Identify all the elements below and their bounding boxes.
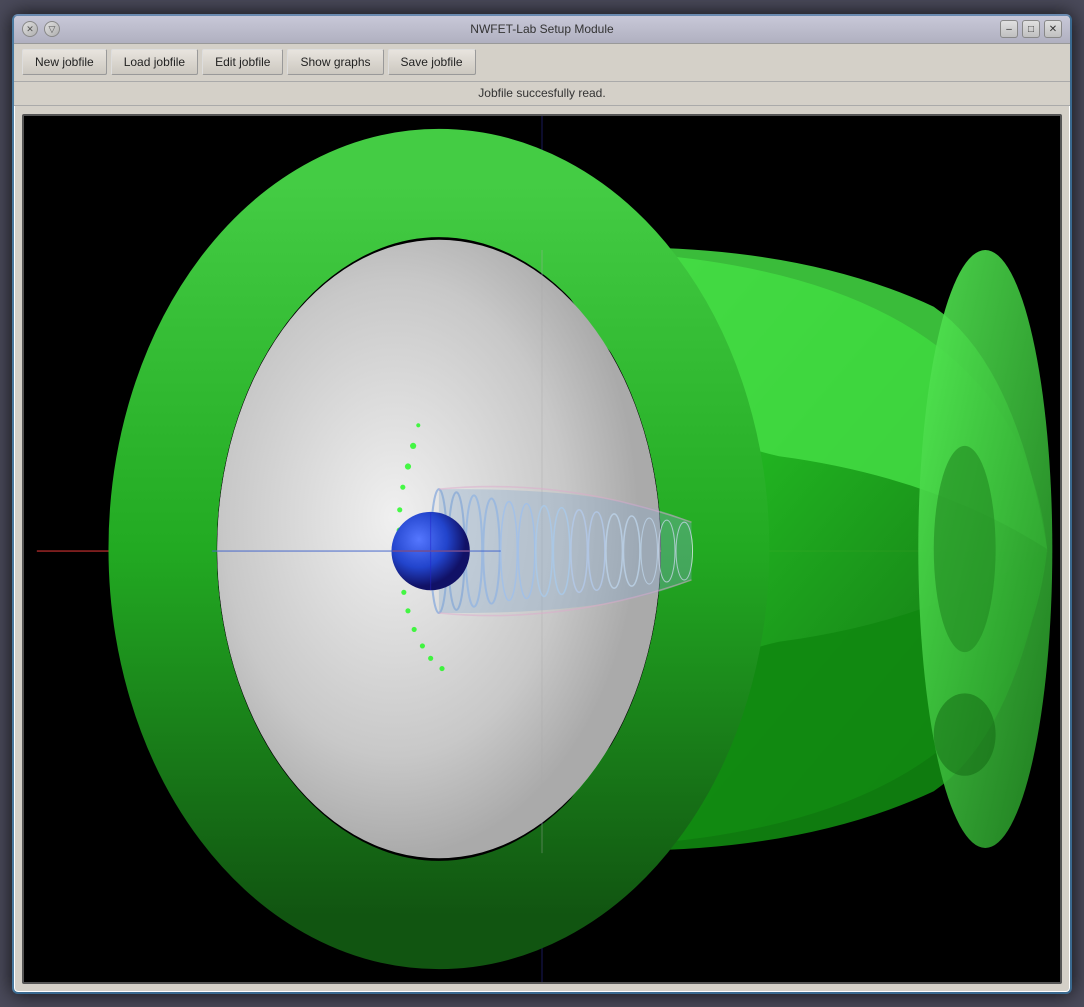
toolbar: New jobfile Load jobfile Edit jobfile Sh… (14, 44, 1070, 82)
title-bar-right-controls: – □ ✕ (1000, 20, 1062, 38)
title-bar: ✕ ▽ NWFET-Lab Setup Module – □ ✕ (14, 16, 1070, 44)
title-bar-left-controls: ✕ ▽ (22, 21, 60, 37)
main-window: ✕ ▽ NWFET-Lab Setup Module – □ ✕ New job… (12, 14, 1072, 994)
3d-viewport[interactable] (22, 114, 1062, 984)
win-minimize-button[interactable]: – (1000, 20, 1018, 38)
win-close-button[interactable]: ✕ (1044, 20, 1062, 38)
scene-svg (24, 116, 1060, 982)
cylinder-cap-groove (934, 445, 996, 651)
close-icon[interactable]: ✕ (22, 21, 38, 37)
status-bar: Jobfile succesfully read. (14, 82, 1070, 106)
edit-jobfile-button[interactable]: Edit jobfile (202, 49, 283, 75)
iconify-icon[interactable]: ▽ (44, 21, 60, 37)
cylinder-cap-groove2 (934, 693, 996, 775)
load-jobfile-button[interactable]: Load jobfile (111, 49, 198, 75)
status-message: Jobfile succesfully read. (478, 86, 605, 100)
window-title: NWFET-Lab Setup Module (470, 22, 613, 36)
show-graphs-button[interactable]: Show graphs (287, 49, 383, 75)
save-jobfile-button[interactable]: Save jobfile (388, 49, 476, 75)
scene-container (24, 116, 1060, 982)
win-restore-button[interactable]: □ (1022, 20, 1040, 38)
new-jobfile-button[interactable]: New jobfile (22, 49, 107, 75)
